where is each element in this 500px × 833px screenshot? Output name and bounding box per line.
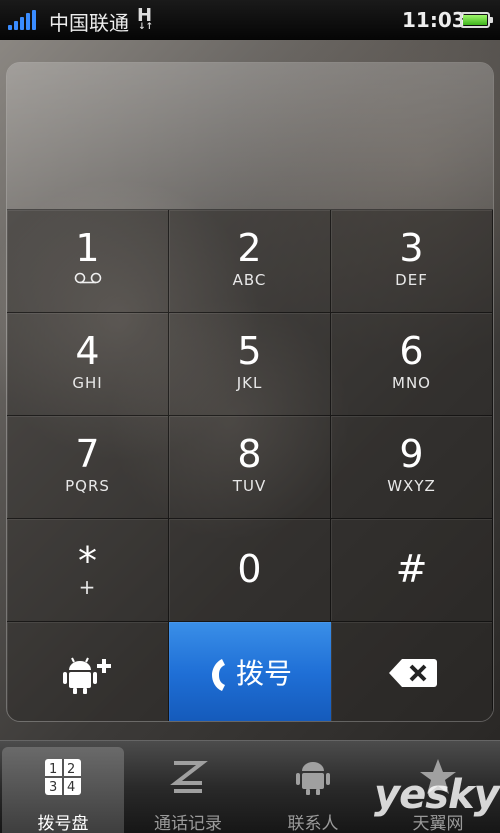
tab-label: 联系人 [287,814,339,833]
key-2[interactable]: 2 ABC [169,210,331,313]
call-button-label: 拨号 [235,657,292,690]
watermark-logo: yesky [374,772,500,818]
key-letters: PQRS [65,477,110,495]
key-1[interactable]: 1 [7,210,169,313]
network-type-icon: H ↓↑ [137,5,154,32]
tab-call-log[interactable]: 通话记录 [127,747,249,833]
key-7[interactable]: 7 PQRS [7,416,169,519]
key-0[interactable]: 0 [169,519,331,622]
tab-label: 拨号盘 [37,814,89,833]
tab-label: 通话记录 [154,814,222,833]
carrier-name: 中国联通 [49,11,129,35]
backspace-icon [389,659,437,687]
key-digit: # [395,547,428,591]
tab-dialpad[interactable]: 1 2 3 4 拨号盘 [2,747,124,833]
key-digit: 5 [237,329,262,373]
key-digit: 0 [237,547,262,591]
svg-text:3: 3 [49,780,57,795]
call-button[interactable]: 拨号 [169,622,331,721]
key-letters: JKL [236,374,263,392]
status-bar: 中国联通 H ↓↑ 11:03 [0,0,500,40]
key-letters: GHI [72,374,103,392]
call-log-icon [170,761,208,793]
key-9[interactable]: 9 WXYZ [331,416,493,519]
key-digit: 6 [399,329,424,373]
contacts-icon [296,762,330,795]
key-digit: 9 [399,432,424,476]
svg-text:1: 1 [49,762,57,777]
key-digit: 7 [75,432,100,476]
key-digit: 2 [237,226,262,270]
svg-text:4: 4 [67,780,75,795]
key-digit: 8 [237,432,262,476]
number-display[interactable] [7,63,493,210]
key-5[interactable]: 5 JKL [169,313,331,416]
key-letters: + [78,575,97,599]
tab-contacts[interactable]: 联系人 [252,747,374,833]
key-letters: MNO [392,374,431,392]
key-letters: TUV [232,477,267,495]
key-digit: 1 [75,226,100,270]
key-letters: DEF [395,271,428,289]
key-digit: 4 [75,329,100,373]
key-3[interactable]: 3 DEF [331,210,493,313]
key-hash[interactable]: # [331,519,493,622]
key-letters: ABC [232,271,267,289]
phone-handset-icon [211,659,225,691]
dialpad-icon: 1 2 3 4 [45,759,81,795]
status-time: 11:03 [402,8,466,32]
key-4[interactable]: 4 GHI [7,313,169,416]
add-contact-icon [63,657,111,694]
key-8[interactable]: 8 TUV [169,416,331,519]
key-digit: 3 [399,226,424,270]
voicemail-icon [74,272,102,284]
battery-icon [460,12,493,28]
key-6[interactable]: 6 MNO [331,313,493,416]
add-contact-button[interactable] [7,622,169,721]
backspace-button[interactable] [331,622,493,721]
dialer-panel: 1 2 ABC 3 DEF 4 GHI 5 JKL 6 MNO 7 PQRS 8… [6,62,494,722]
svg-text:2: 2 [67,762,75,777]
call-button-content: 拨号 [169,652,331,693]
key-letters: WXYZ [387,477,436,495]
key-star[interactable]: * + [7,519,169,622]
signal-strength-icon [8,10,38,30]
